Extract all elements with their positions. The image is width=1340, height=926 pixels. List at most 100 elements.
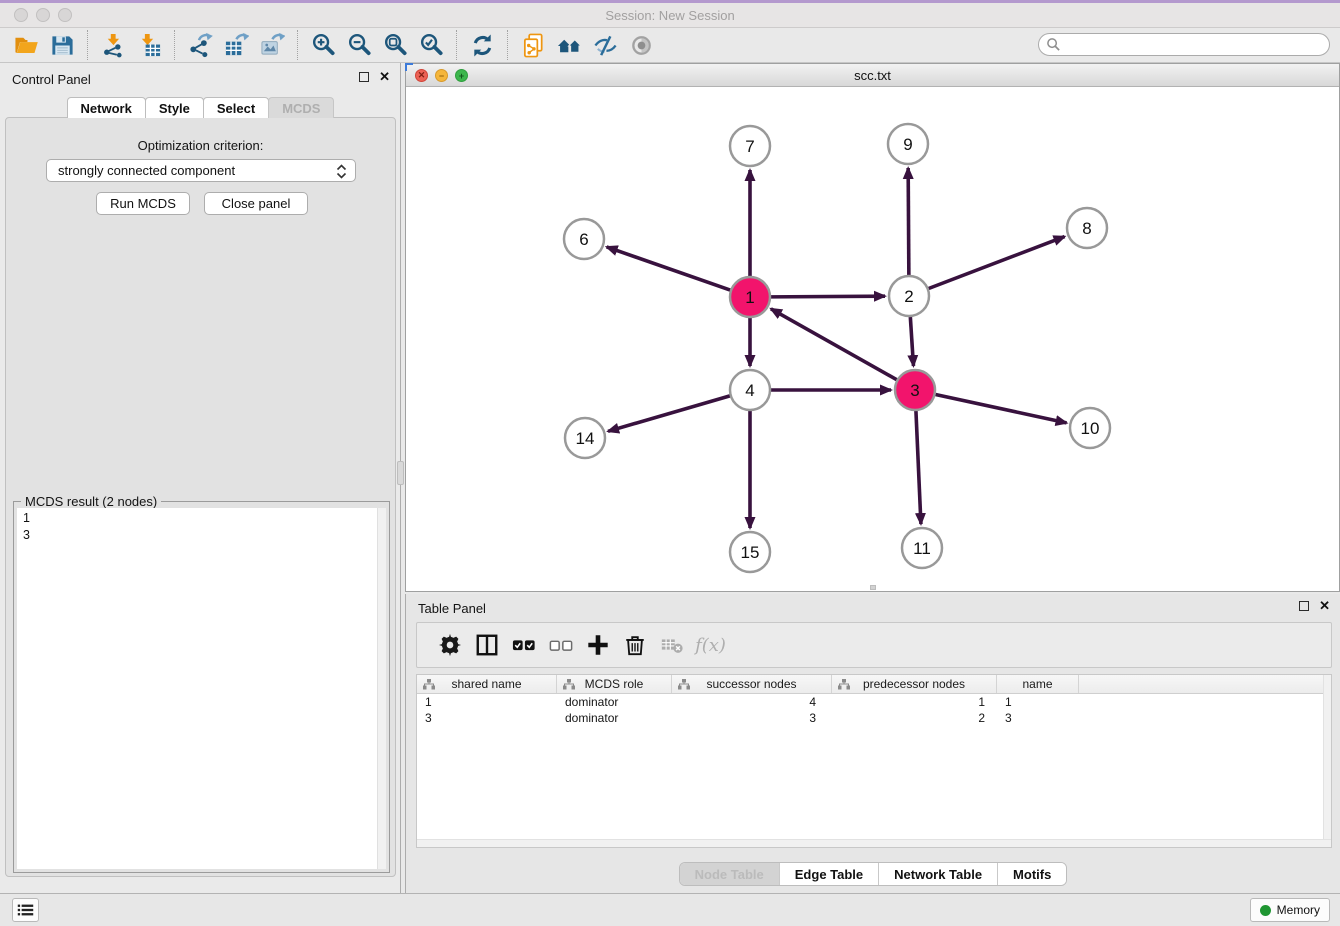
table-settings-icon xyxy=(438,633,462,657)
network-canvas[interactable]: 7 9 6 8 1 2 4 3 14 10 15 11 xyxy=(406,87,1339,591)
save-session-button[interactable] xyxy=(44,30,80,60)
tab-motifs[interactable]: Motifs xyxy=(997,863,1066,885)
tab-node-table[interactable]: Node Table xyxy=(680,863,779,885)
mcds-result-scrollbar[interactable] xyxy=(377,508,386,869)
hide-selected-button[interactable] xyxy=(587,30,623,60)
column-header-successor-nodes[interactable]: successor nodes xyxy=(672,675,832,693)
frame-resize-handle[interactable] xyxy=(870,585,876,590)
graph-edge-2-to-3[interactable] xyxy=(910,317,913,366)
column-header-predecessor-nodes[interactable]: predecessor nodes xyxy=(832,675,997,693)
graph-edge-1-to-6[interactable] xyxy=(607,247,731,290)
import-table-icon xyxy=(137,33,162,58)
network-frame-titlebar[interactable]: ✕ − + scc.txt xyxy=(406,64,1339,87)
task-history-button[interactable] xyxy=(12,898,39,922)
float-panel-icon[interactable] xyxy=(359,72,369,82)
graph-node-10[interactable]: 10 xyxy=(1070,408,1110,448)
graph-node-label: 14 xyxy=(576,429,595,448)
graph-node-label: 11 xyxy=(913,539,931,558)
split-panel-button[interactable] xyxy=(468,627,505,663)
graph-node-15[interactable]: 15 xyxy=(730,532,770,572)
window-titlebar[interactable]: Session: New Session xyxy=(0,3,1340,28)
open-file-button[interactable] xyxy=(8,30,44,60)
criterion-dropdown[interactable]: strongly connected component xyxy=(46,159,356,182)
table-row[interactable]: 1dominator411 xyxy=(417,694,1331,710)
first-neighbors-button[interactable] xyxy=(551,30,587,60)
tab-edge-table[interactable]: Edge Table xyxy=(779,863,878,885)
graph-node-label: 7 xyxy=(745,137,754,156)
graph-edge-3-to-11[interactable] xyxy=(916,411,921,524)
graph-edge-1-to-2[interactable] xyxy=(771,296,885,297)
float-table-panel-icon[interactable] xyxy=(1299,601,1309,611)
table-row[interactable]: 3dominator323 xyxy=(417,710,1331,726)
cell-shared-name[interactable]: 1 xyxy=(417,694,557,710)
panel-divider-grip[interactable] xyxy=(397,461,404,485)
import-network-button[interactable] xyxy=(95,30,131,60)
column-header-MCDS-role[interactable]: MCDS role xyxy=(557,675,672,693)
run-mcds-button[interactable]: Run MCDS xyxy=(96,192,190,215)
cell-successor-nodes[interactable]: 4 xyxy=(672,694,832,710)
graph-node-8[interactable]: 8 xyxy=(1067,208,1107,248)
refresh-layout-button[interactable] xyxy=(464,30,500,60)
function-builder-button: f(x) xyxy=(690,627,727,663)
tab-network-table[interactable]: Network Table xyxy=(878,863,997,885)
delete-column-button[interactable] xyxy=(616,627,653,663)
show-all-button[interactable] xyxy=(623,30,659,60)
import-table-button[interactable] xyxy=(131,30,167,60)
graph-edge-3-to-10[interactable] xyxy=(936,394,1067,422)
graph-node-6[interactable]: 6 xyxy=(564,219,604,259)
duplicate-network-button[interactable] xyxy=(515,30,551,60)
close-table-panel-icon[interactable]: ✕ xyxy=(1319,600,1330,612)
graph-node-3[interactable]: 3 xyxy=(895,370,935,410)
node-table: shared nameMCDS rolesuccessor nodesprede… xyxy=(416,674,1332,848)
export-network-button[interactable] xyxy=(182,30,218,60)
refresh-layout-icon xyxy=(470,33,495,58)
search-box[interactable] xyxy=(1038,33,1330,56)
export-image-button[interactable] xyxy=(254,30,290,60)
mcds-result-groupbox: MCDS result (2 nodes) 1 3 xyxy=(13,501,390,873)
graph-edge-2-to-8[interactable] xyxy=(929,237,1065,289)
graph-edge-2-to-9[interactable] xyxy=(908,168,909,275)
zoom-in-button[interactable] xyxy=(305,30,341,60)
tab-style[interactable]: Style xyxy=(145,97,204,118)
zoom-fit-button[interactable] xyxy=(377,30,413,60)
graph-node-9[interactable]: 9 xyxy=(888,124,928,164)
graph-edge-3-to-1[interactable] xyxy=(771,309,897,380)
export-table-icon xyxy=(224,33,249,58)
close-panel-button[interactable]: Close panel xyxy=(204,192,308,215)
optimization-criterion-label: Optimization criterion: xyxy=(6,138,395,153)
table-horizontal-scrollbar[interactable] xyxy=(417,839,1331,847)
graph-node-4[interactable]: 4 xyxy=(730,370,770,410)
column-header-name[interactable]: name xyxy=(997,675,1079,693)
tab-select[interactable]: Select xyxy=(203,97,269,118)
cell-MCDS-role[interactable]: dominator xyxy=(557,710,672,726)
graph-node-11[interactable]: 11 xyxy=(902,528,942,568)
select-all-columns-button[interactable] xyxy=(505,627,542,663)
tab-network[interactable]: Network xyxy=(67,97,146,118)
cell-predecessor-nodes[interactable]: 1 xyxy=(832,694,997,710)
tab-mcds[interactable]: MCDS xyxy=(268,97,334,118)
zoom-out-button[interactable] xyxy=(341,30,377,60)
close-panel-icon[interactable]: ✕ xyxy=(379,71,390,83)
cell-name[interactable]: 1 xyxy=(997,694,1079,710)
cell-name[interactable]: 3 xyxy=(997,710,1079,726)
mcds-result-text[interactable]: 1 3 xyxy=(17,508,377,869)
export-table-button[interactable] xyxy=(218,30,254,60)
table-settings-button[interactable] xyxy=(431,627,468,663)
graph-node-7[interactable]: 7 xyxy=(730,126,770,166)
search-input[interactable] xyxy=(1061,34,1329,55)
graph-node-14[interactable]: 14 xyxy=(565,418,605,458)
column-header-shared-name[interactable]: shared name xyxy=(417,675,557,693)
cell-shared-name[interactable]: 3 xyxy=(417,710,557,726)
criterion-dropdown-value: strongly connected component xyxy=(58,163,235,178)
unselect-all-columns-button[interactable] xyxy=(542,627,579,663)
cell-successor-nodes[interactable]: 3 xyxy=(672,710,832,726)
graph-node-2[interactable]: 2 xyxy=(889,276,929,316)
cell-MCDS-role[interactable]: dominator xyxy=(557,694,672,710)
cell-predecessor-nodes[interactable]: 2 xyxy=(832,710,997,726)
table-vertical-scrollbar[interactable] xyxy=(1323,675,1331,847)
zoom-selected-button[interactable] xyxy=(413,30,449,60)
graph-node-1[interactable]: 1 xyxy=(730,277,770,317)
memory-button[interactable]: Memory xyxy=(1250,898,1330,922)
add-column-button[interactable] xyxy=(579,627,616,663)
graph-edge-4-to-14[interactable] xyxy=(608,396,730,431)
